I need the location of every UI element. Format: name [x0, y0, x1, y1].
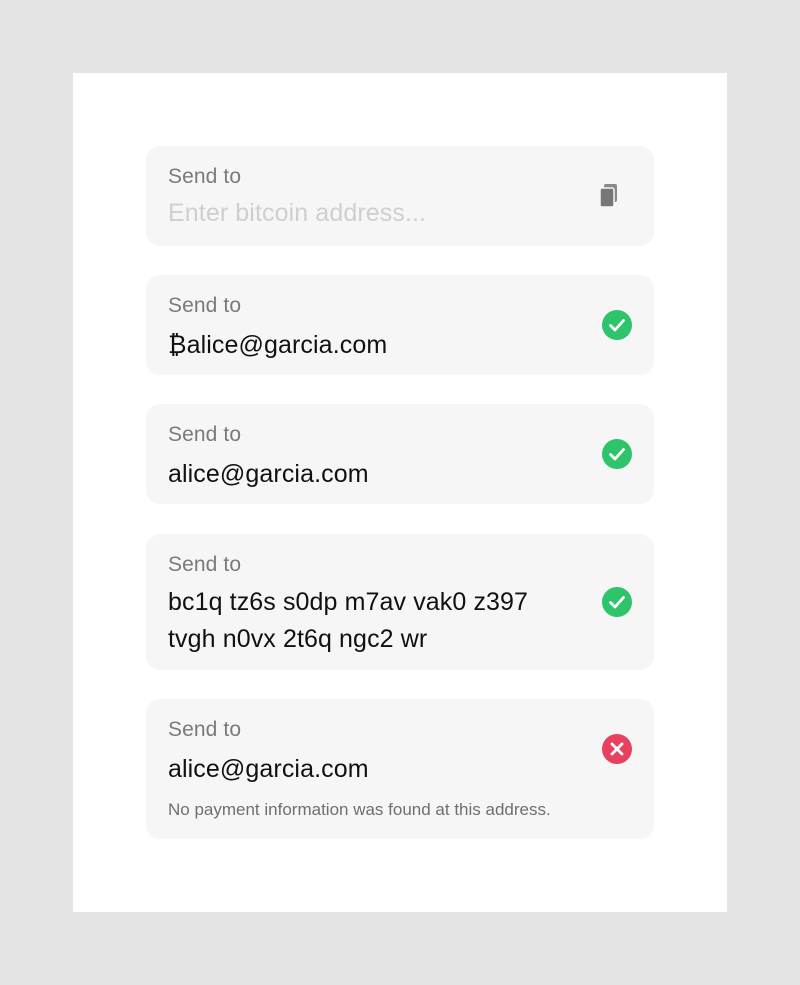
send-to-field-empty[interactable]: Send to Enter bitcoin address... — [146, 146, 654, 246]
address-line-2: tvgh n0vx 2t6q ngc2 wr — [168, 625, 428, 653]
send-to-label: Send to — [168, 718, 242, 741]
error-circle-icon — [602, 734, 632, 764]
send-to-label: Send to — [168, 423, 242, 446]
send-to-field-bip353[interactable]: Send to ₿alice@garcia.com — [146, 275, 654, 375]
address-value[interactable]: ₿alice@garcia.com — [168, 328, 588, 362]
check-circle-icon — [602, 439, 632, 469]
send-to-label: Send to — [168, 553, 242, 576]
address-value[interactable]: alice@garcia.com — [168, 457, 588, 491]
address-line-1: bc1q tz6s s0dp m7av vak0 z397 — [168, 588, 529, 616]
address-value[interactable]: bc1q tz6s s0dp m7av vak0 z397 tvgh n0vx … — [168, 584, 588, 658]
send-to-label: Send to — [168, 165, 242, 188]
address-placeholder[interactable]: Enter bitcoin address... — [168, 196, 588, 230]
send-to-field-lightning-address[interactable]: Send to alice@garcia.com — [146, 404, 654, 504]
error-message: No payment information was found at this… — [168, 800, 551, 819]
send-to-field-bitcoin-address[interactable]: Send to bc1q tz6s s0dp m7av vak0 z397 tv… — [146, 534, 654, 670]
send-to-field-invalid[interactable]: Send to alice@garcia.com No payment info… — [146, 699, 654, 839]
paste-icon[interactable] — [597, 183, 621, 211]
check-circle-icon — [602, 587, 632, 617]
check-circle-icon — [602, 310, 632, 340]
send-to-label: Send to — [168, 294, 242, 317]
send-form-card: Send to Enter bitcoin address... Send to… — [73, 73, 727, 912]
address-value[interactable]: alice@garcia.com — [168, 752, 588, 786]
